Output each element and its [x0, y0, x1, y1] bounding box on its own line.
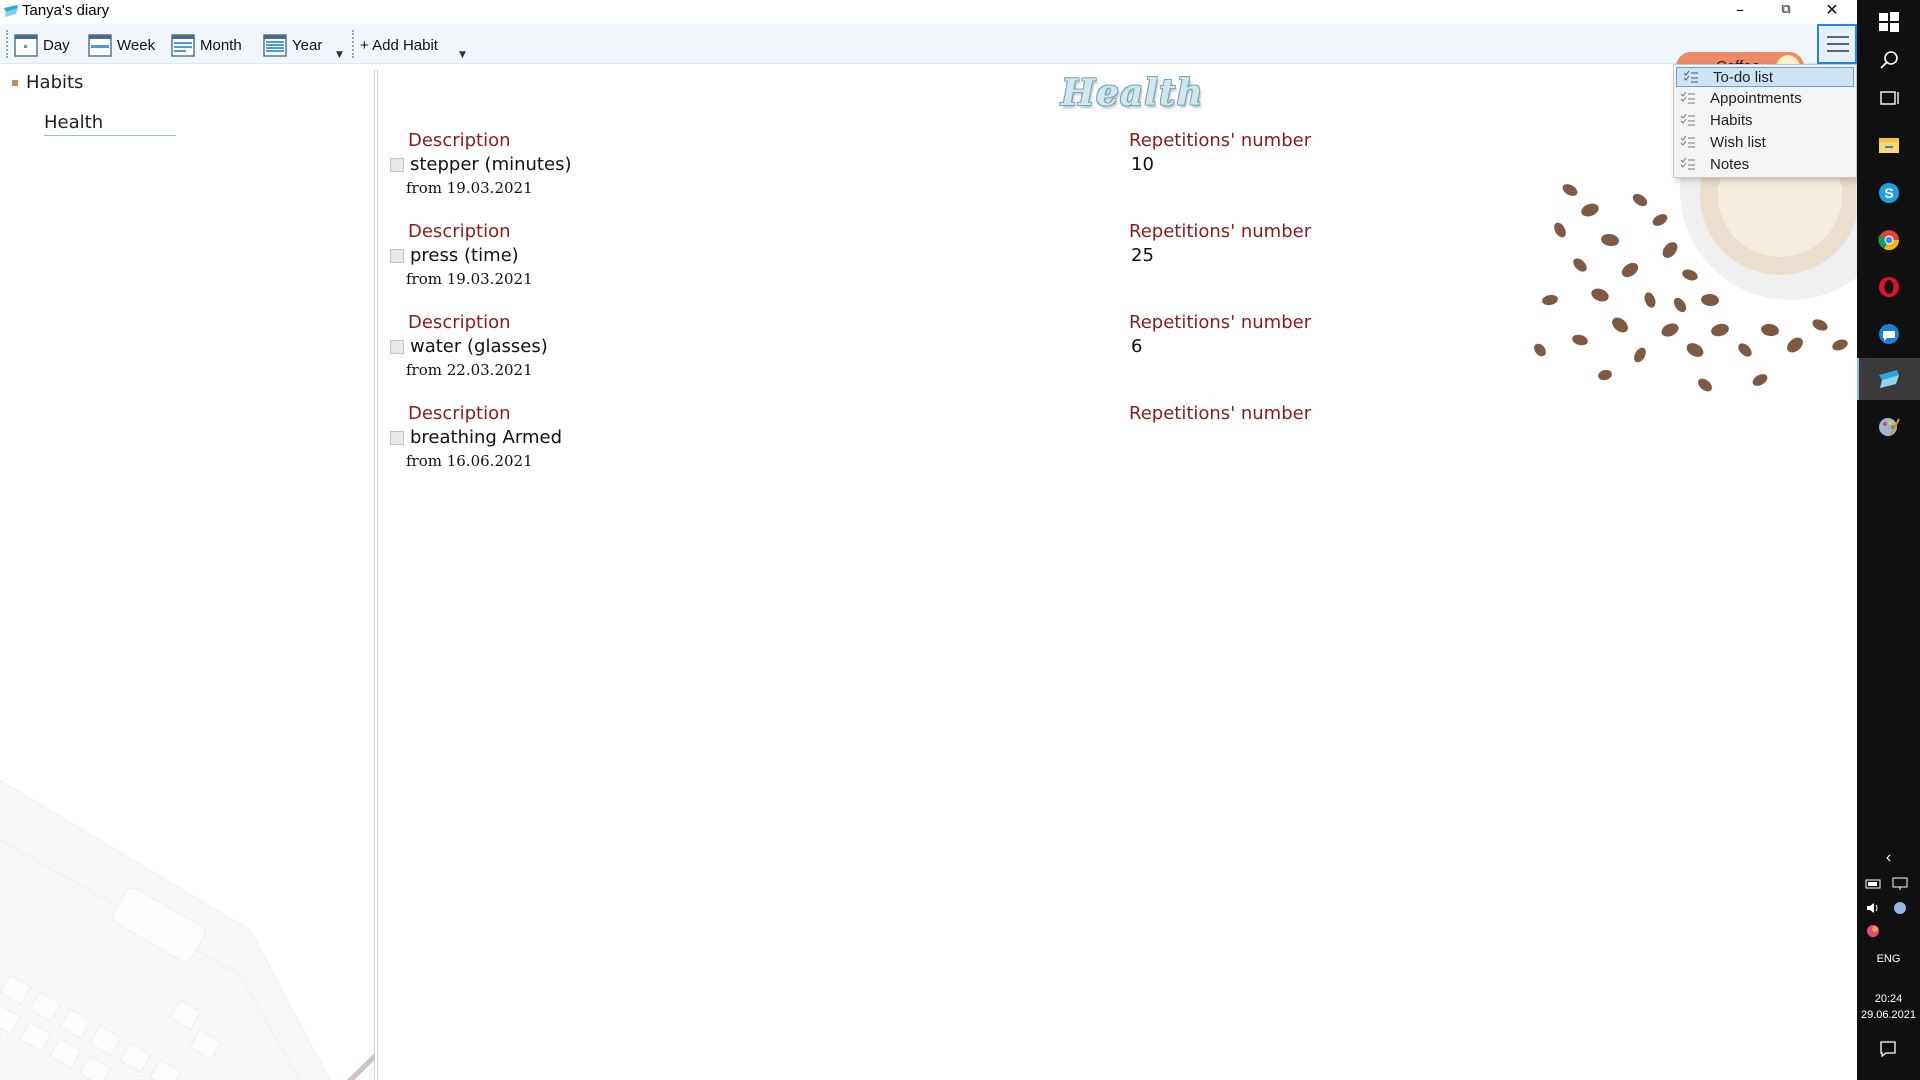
taskbar: S ‹ ENG 20:24 29.06.2021 [1857, 0, 1920, 1080]
menu-item-appointments[interactable]: Appointments [1674, 87, 1856, 109]
chat-app-icon[interactable] [1877, 322, 1901, 346]
description-label: Description [408, 312, 511, 333]
menu-item-wish-list[interactable]: Wish list [1674, 131, 1856, 153]
navigation-tree: Habits Health [0, 65, 374, 1080]
description-label: Description [408, 221, 511, 242]
app-logo-icon [4, 5, 18, 17]
toolbar-grip[interactable] [6, 30, 8, 58]
month-button[interactable]: Month [171, 30, 242, 60]
hamburger-menu-button[interactable] [1817, 24, 1857, 64]
menu-item-todo-list[interactable]: To-do list [1676, 67, 1854, 87]
description-label: Description [408, 130, 511, 151]
year-label: Year [292, 36, 323, 54]
menu-item-label: Habits [1710, 111, 1753, 129]
repetitions-label: Repetitions' number [1129, 221, 1312, 242]
menu-item-habits[interactable]: Habits [1674, 109, 1856, 131]
checklist-icon [1680, 136, 1695, 148]
habit-name[interactable]: water (glasses) [410, 336, 548, 357]
add-habit-label: + Add Habit [360, 36, 438, 54]
habit-checkbox[interactable] [390, 340, 404, 354]
habits-panel: Health Description Repetitions' number s… [378, 65, 1857, 1080]
hamburger-icon [1827, 36, 1849, 38]
checklist-icon [1680, 114, 1695, 126]
habit-checkbox[interactable] [390, 431, 404, 445]
habit-repetitions[interactable]: 10 [1131, 154, 1154, 175]
title-bar: Tanya's diary – ⧉ ✕ [0, 0, 1857, 24]
skype-icon[interactable]: S [1877, 181, 1901, 205]
windows-start-icon[interactable] [1877, 10, 1901, 34]
description-label: Description [408, 403, 511, 424]
habit-row: Description Repetitions' number breathin… [378, 403, 1778, 493]
habit-start-date: from 19.03.2021 [406, 179, 533, 197]
calendar-day-icon [14, 34, 38, 57]
repetitions-label: Repetitions' number [1129, 312, 1312, 333]
window-title: Tanya's diary [22, 2, 110, 19]
habit-name[interactable]: stepper (minutes) [410, 154, 571, 175]
network-icon[interactable] [1891, 876, 1909, 892]
year-button[interactable]: Year [263, 30, 322, 60]
clock-date[interactable]: 29.06.2021 [1857, 1009, 1920, 1021]
tray-expand-icon[interactable]: ‹ [1857, 849, 1920, 867]
svg-text:S: S [1884, 185, 1893, 201]
task-view-icon[interactable] [1877, 86, 1901, 110]
language-indicator[interactable]: ENG [1857, 953, 1920, 965]
diary-taskbar-item[interactable] [1857, 358, 1920, 400]
checklist-icon [1680, 158, 1695, 170]
close-button[interactable]: ✕ [1809, 0, 1855, 22]
calendar-month-icon [171, 34, 195, 57]
repetitions-label: Repetitions' number [1129, 130, 1312, 151]
app-window: Tanya's diary – ⧉ ✕ Day Week Month Year … [0, 0, 1920, 1080]
habit-checkbox[interactable] [390, 249, 404, 263]
sync-icon[interactable] [1891, 900, 1909, 916]
toolbar-grip-2[interactable] [352, 30, 354, 58]
week-label: Week [117, 36, 156, 54]
repetitions-label: Repetitions' number [1129, 403, 1312, 424]
toolbar-overflow-icon-2[interactable]: ▼ [459, 50, 466, 60]
calendar-week-icon [88, 34, 112, 57]
chrome-icon[interactable] [1877, 228, 1901, 252]
page-title: Health [1061, 72, 1204, 114]
toolbar: Day Week Month Year ▼ + Add Habit ▼ [0, 24, 1857, 82]
week-button[interactable]: Week [88, 30, 155, 60]
app-tray-icon[interactable] [1865, 923, 1881, 939]
tree-bullet-icon [12, 80, 18, 86]
habit-start-date: from 22.03.2021 [406, 361, 533, 379]
add-habit-button[interactable]: + Add Habit [360, 30, 438, 60]
habit-start-date: from 16.06.2021 [406, 452, 533, 470]
menu-item-label: Appointments [1710, 89, 1802, 107]
battery-icon[interactable] [1865, 876, 1883, 892]
minimize-button[interactable]: – [1717, 0, 1763, 22]
habit-checkbox[interactable] [390, 158, 404, 172]
checklist-icon [1683, 71, 1698, 83]
habit-name[interactable]: breathing Armed [410, 427, 562, 448]
checklist-icon [1680, 92, 1695, 104]
diary-app-icon [1879, 370, 1899, 388]
view-menu-dropdown: To-do list Appointments Habits Wish list… [1673, 64, 1857, 178]
laptop-decoration [0, 779, 374, 1080]
habit-name[interactable]: press (time) [410, 245, 519, 266]
month-label: Month [200, 36, 242, 54]
file-explorer-icon[interactable] [1877, 133, 1901, 157]
volume-icon[interactable] [1865, 900, 1883, 916]
habit-start-date: from 19.03.2021 [406, 270, 533, 288]
habit-repetitions[interactable]: 25 [1131, 245, 1154, 266]
menu-item-notes[interactable]: Notes [1674, 153, 1856, 175]
paint-app-icon[interactable] [1877, 415, 1901, 439]
search-icon[interactable] [1877, 48, 1901, 72]
menu-item-label: Wish list [1710, 133, 1766, 151]
habit-repetitions[interactable]: 6 [1131, 336, 1142, 357]
menu-item-label: Notes [1710, 155, 1750, 173]
toolbar-overflow-icon[interactable]: ▼ [336, 50, 343, 60]
tree-item-habits[interactable]: Habits [26, 72, 83, 93]
day-label: Day [43, 36, 70, 54]
restore-button[interactable]: ⧉ [1763, 0, 1809, 22]
menu-item-label: To-do list [1713, 68, 1774, 86]
calendar-year-icon [263, 34, 287, 57]
day-button[interactable]: Day [14, 30, 70, 60]
notification-center-icon[interactable] [1879, 1040, 1897, 1058]
tree-item-health[interactable]: Health [44, 112, 176, 136]
clock-time[interactable]: 20:24 [1857, 993, 1920, 1005]
opera-icon[interactable] [1877, 275, 1901, 299]
